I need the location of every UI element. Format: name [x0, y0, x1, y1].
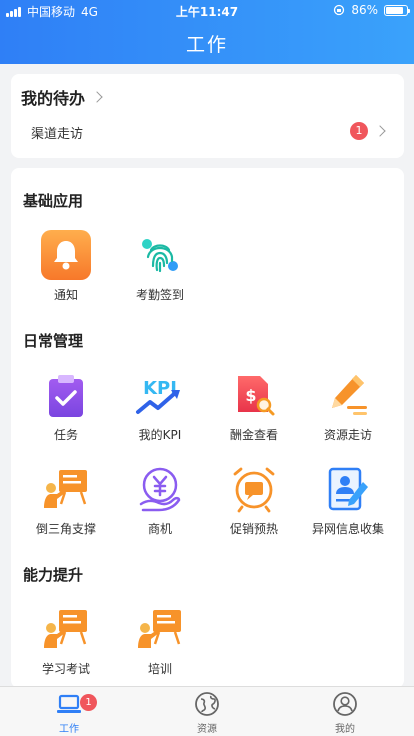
app-label: 商机	[147, 522, 172, 536]
app-attendance[interactable]: 考勤签到	[111, 230, 209, 303]
app-label: 考勤签到	[135, 288, 184, 302]
app-label: 学习考试	[41, 662, 90, 676]
pencil-icon	[323, 370, 373, 420]
app-label: 异网信息收集	[311, 522, 384, 536]
app-training[interactable]: 培训	[111, 604, 209, 677]
top-bar: 中国移动 4G 上午11:47 86% 工作	[0, 0, 414, 64]
yuan-hand-icon	[135, 464, 185, 514]
fingerprint-icon	[135, 230, 185, 280]
todo-item[interactable]: 渠道走访 1	[11, 114, 404, 148]
todo-card: 我的待办 渠道走访 1	[11, 74, 404, 158]
apps-card: 基础应用 通知 考勤签到 日常管理 任务 KPI 我的KPI $ 酬金查看 资源	[11, 168, 404, 688]
presentation-icon	[41, 604, 91, 654]
tab-label: 资源	[197, 724, 217, 735]
section-title-daily: 日常管理	[23, 332, 84, 350]
app-competitor-info[interactable]: 异网信息收集	[299, 464, 397, 537]
alarm-clock-icon	[229, 464, 279, 514]
app-label: 任务	[53, 428, 78, 442]
app-study-exam[interactable]: 学习考试	[17, 604, 115, 677]
app-label: 资源走访	[323, 428, 372, 442]
chevron-right-icon	[91, 91, 103, 103]
section-title-basic: 基础应用	[23, 192, 84, 210]
app-label: 酬金查看	[229, 428, 278, 442]
task-clipboard-icon	[41, 370, 91, 420]
todo-title: 我的待办	[21, 89, 86, 108]
tab-resources[interactable]: 资源	[138, 691, 276, 735]
tab-bar: 1 工作 资源 我的	[0, 686, 414, 736]
bell-icon	[41, 230, 91, 280]
battery-icon	[384, 4, 410, 16]
app-label: 我的KPI	[138, 428, 182, 442]
todo-header[interactable]: 我的待办	[21, 85, 103, 109]
app-label: 促销预热	[229, 522, 278, 536]
app-inverted-triangle[interactable]: 倒三角支撑	[17, 464, 115, 537]
tab-mine[interactable]: 我的	[276, 691, 414, 735]
presentation-icon	[41, 464, 91, 514]
app-kpi[interactable]: KPI 我的KPI	[111, 370, 209, 443]
laptop-icon	[56, 691, 82, 717]
tab-label: 工作	[59, 724, 79, 735]
app-label: 倒三角支撑	[35, 522, 96, 536]
svg-text:$: $	[245, 386, 256, 405]
kpi-icon: KPI	[135, 370, 185, 420]
app-notification[interactable]: 通知	[17, 230, 115, 303]
page-title: 工作	[185, 34, 228, 56]
app-commission[interactable]: $ 酬金查看	[205, 370, 303, 443]
section-title-ability: 能力提升	[23, 566, 84, 584]
presentation-icon	[135, 604, 185, 654]
app-promotion[interactable]: 促销预热	[205, 464, 303, 537]
chevron-right-icon	[374, 125, 386, 137]
app-task[interactable]: 任务	[17, 370, 115, 443]
status-bar: 中国移动 4G 上午11:47 86%	[0, 0, 414, 20]
tab-work-badge: 1	[80, 694, 97, 711]
user-icon	[332, 691, 358, 717]
battery-percent: 86%	[351, 3, 378, 17]
todo-count-badge: 1	[350, 122, 368, 140]
globe-icon	[194, 691, 220, 717]
tab-label: 我的	[335, 724, 355, 735]
app-resource-visit[interactable]: 资源走访	[299, 370, 397, 443]
tab-work[interactable]: 1 工作	[0, 691, 138, 735]
commission-doc-icon: $	[229, 370, 279, 420]
profile-form-icon	[323, 464, 373, 514]
app-label: 通知	[53, 288, 78, 302]
app-opportunity[interactable]: 商机	[111, 464, 209, 537]
orientation-lock-icon	[334, 4, 345, 16]
app-label: 培训	[147, 662, 172, 676]
todo-item-label: 渠道走访	[31, 127, 84, 142]
